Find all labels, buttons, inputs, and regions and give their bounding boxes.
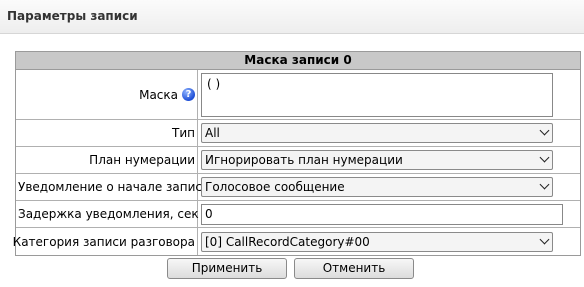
type-label: Тип	[16, 120, 198, 146]
chevron-down-icon	[539, 125, 550, 136]
notification-delay-value-cell: 0	[198, 201, 580, 227]
form-buttons: Применить Отменить	[167, 258, 414, 279]
notification-delay-row: Задержка уведомления, сек ? 0	[16, 201, 580, 228]
record-category-select-value: [0] CallRecordCategory#00	[205, 234, 370, 249]
start-notification-value-cell: Голосовое сообщение	[198, 174, 580, 200]
type-row: Тип All	[16, 120, 580, 147]
apply-button[interactable]: Применить	[167, 258, 287, 279]
notification-delay-input[interactable]: 0	[201, 203, 563, 225]
numbering-plan-label: План нумерации	[16, 147, 198, 173]
start-notification-label: Уведомление о начале записи	[16, 174, 210, 200]
start-notification-select[interactable]: Голосовое сообщение	[201, 177, 553, 197]
start-notification-select-value: Голосовое сообщение	[205, 180, 345, 194]
page-title: Параметры записи	[7, 9, 138, 23]
chevron-down-icon	[539, 234, 550, 244]
cancel-button[interactable]: Отменить	[294, 258, 414, 279]
record-category-row: Категория записи разговора [0] CallRecor…	[13, 228, 580, 255]
numbering-plan-value-cell: Игнорировать план нумерации	[198, 147, 580, 173]
notification-delay-label-cell: Задержка уведомления, сек ?	[16, 201, 209, 227]
help-icon[interactable]: ?	[182, 88, 195, 101]
mask-row: Маска ? ( )	[16, 70, 580, 120]
record-category-value-cell: [0] CallRecordCategory#00	[198, 228, 580, 255]
record-category-select[interactable]: [0] CallRecordCategory#00	[201, 231, 553, 252]
mask-textarea[interactable]: ( )	[201, 72, 553, 117]
type-select[interactable]: All	[201, 123, 553, 143]
numbering-plan-row: План нумерации Игнорировать план нумерац…	[16, 147, 580, 174]
record-mask-table: Маска записи 0 Маска ? ( ) Тип All План …	[13, 51, 581, 256]
mask-label: Маска	[139, 87, 178, 102]
title-bar: Параметры записи	[0, 0, 584, 34]
numbering-plan-select[interactable]: Игнорировать план нумерации	[201, 150, 553, 170]
mask-value-cell: ( )	[198, 70, 580, 119]
numbering-plan-select-value: Игнорировать план нумерации	[205, 153, 403, 167]
start-notification-row: Уведомление о начале записи Голосовое со…	[16, 174, 580, 201]
type-value-cell: All	[198, 120, 580, 146]
chevron-down-icon	[539, 179, 550, 190]
chevron-down-icon	[539, 152, 550, 163]
table-header: Маска записи 0	[16, 52, 580, 70]
mask-label-cell: Маска ?	[16, 70, 198, 119]
type-select-value: All	[205, 126, 220, 140]
notification-delay-label: Задержка уведомления, сек	[18, 207, 199, 221]
record-category-label: Категория записи разговора	[13, 228, 198, 255]
